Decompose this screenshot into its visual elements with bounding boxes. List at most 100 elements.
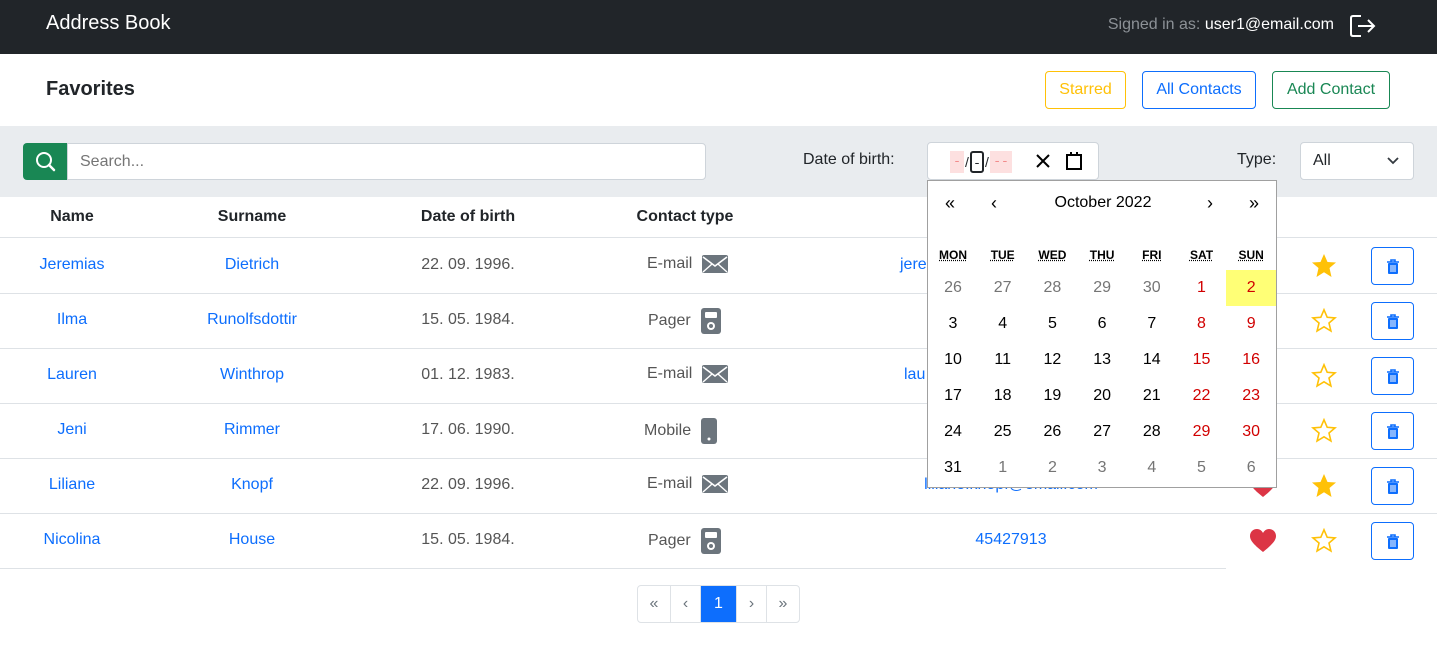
calendar-day[interactable]: 2 bbox=[1027, 450, 1077, 486]
contact-name[interactable]: Jeremias bbox=[0, 256, 144, 274]
calendar-day[interactable]: 5 bbox=[1027, 306, 1077, 342]
calendar-day[interactable]: 16 bbox=[1226, 342, 1276, 378]
type-select[interactable]: All bbox=[1300, 142, 1414, 180]
contact-value[interactable]: jere bbox=[900, 256, 927, 274]
search-input[interactable] bbox=[67, 143, 706, 180]
dob-date-input[interactable]: -- / -- / ---- bbox=[927, 142, 1099, 193]
search-button[interactable] bbox=[23, 143, 68, 180]
contact-surname[interactable]: House bbox=[172, 531, 332, 549]
calendar-prev-month-button[interactable]: ‹ bbox=[979, 193, 1009, 214]
calendar-day[interactable]: 17 bbox=[928, 378, 978, 414]
calendar-day[interactable]: 5 bbox=[1177, 450, 1227, 486]
contact-surname[interactable]: Knopf bbox=[172, 476, 332, 494]
calendar-day[interactable]: 27 bbox=[978, 270, 1028, 306]
delete-button[interactable] bbox=[1371, 247, 1414, 285]
contact-surname[interactable]: Rimmer bbox=[172, 421, 332, 439]
calendar-day[interactable]: 25 bbox=[978, 414, 1028, 450]
delete-button[interactable] bbox=[1371, 302, 1414, 340]
column-header-name[interactable]: Name bbox=[36, 208, 108, 226]
calendar-day[interactable]: 4 bbox=[1127, 450, 1177, 486]
contact-type-label: Pager bbox=[648, 532, 691, 549]
calendar-day[interactable]: 27 bbox=[1077, 414, 1127, 450]
calendar-day[interactable]: 3 bbox=[928, 306, 978, 342]
calendar-day[interactable]: 3 bbox=[1077, 450, 1127, 486]
calendar-day[interactable]: 23 bbox=[1226, 378, 1276, 414]
calendar-day[interactable]: 4 bbox=[978, 306, 1028, 342]
page-number-button[interactable]: 1 bbox=[701, 586, 737, 622]
column-header-surname[interactable]: Surname bbox=[190, 208, 314, 226]
contact-name[interactable]: Nicolina bbox=[0, 531, 144, 549]
column-header-dob[interactable]: Date of birth bbox=[400, 208, 536, 226]
date-day-segment[interactable]: -- bbox=[950, 151, 964, 191]
clear-icon[interactable] bbox=[1034, 151, 1052, 171]
calendar-day[interactable]: 13 bbox=[1077, 342, 1127, 378]
delete-button[interactable] bbox=[1371, 412, 1414, 450]
starred-button[interactable]: Starred bbox=[1045, 71, 1126, 109]
calendar-day[interactable]: 26 bbox=[928, 270, 978, 306]
page-last-button[interactable]: » bbox=[767, 586, 799, 622]
page-first-button[interactable]: « bbox=[638, 586, 671, 622]
delete-button[interactable] bbox=[1371, 522, 1414, 560]
calendar-day[interactable]: 26 bbox=[1027, 414, 1077, 450]
star-outline-icon[interactable] bbox=[1311, 528, 1337, 553]
calendar-day[interactable]: 29 bbox=[1077, 270, 1127, 306]
calendar-day[interactable]: 7 bbox=[1127, 306, 1177, 342]
calendar-day[interactable]: 29 bbox=[1177, 414, 1227, 450]
calendar-day[interactable]: 19 bbox=[1027, 378, 1077, 414]
calendar-day[interactable]: 12 bbox=[1027, 342, 1077, 378]
calendar-day[interactable]: 31 bbox=[928, 450, 978, 486]
heart-filled-icon[interactable] bbox=[1250, 529, 1276, 553]
calendar-day[interactable]: 30 bbox=[1226, 414, 1276, 450]
calendar-day[interactable]: 30 bbox=[1127, 270, 1177, 306]
calendar-day[interactable]: 28 bbox=[1127, 414, 1177, 450]
trash-icon bbox=[1387, 534, 1399, 549]
calendar-day[interactable]: 1 bbox=[978, 450, 1028, 486]
calendar-day[interactable]: 22 bbox=[1177, 378, 1227, 414]
calendar-day[interactable]: 28 bbox=[1027, 270, 1077, 306]
calendar-day[interactable]: 1 bbox=[1177, 270, 1227, 306]
calendar-day[interactable]: 10 bbox=[928, 342, 978, 378]
contact-surname[interactable]: Dietrich bbox=[172, 256, 332, 274]
calendar-month-title[interactable]: October 2022 bbox=[1028, 194, 1178, 212]
date-year-segment[interactable]: ---- bbox=[990, 151, 1012, 191]
calendar-day[interactable]: 14 bbox=[1127, 342, 1177, 378]
contact-name[interactable]: Lauren bbox=[0, 366, 144, 384]
calendar-day[interactable]: 24 bbox=[928, 414, 978, 450]
delete-button[interactable] bbox=[1371, 357, 1414, 395]
star-outline-icon[interactable] bbox=[1311, 308, 1337, 333]
delete-button[interactable] bbox=[1371, 467, 1414, 505]
star-outline-icon[interactable] bbox=[1311, 363, 1337, 388]
calendar-day[interactable]: 2 bbox=[1226, 270, 1277, 306]
contact-surname[interactable]: Winthrop bbox=[172, 366, 332, 384]
contact-name[interactable]: Ilma bbox=[0, 311, 144, 329]
calendar-prev-year-button[interactable]: « bbox=[935, 193, 965, 214]
add-contact-button[interactable]: Add Contact bbox=[1272, 71, 1390, 109]
calendar-day[interactable]: 15 bbox=[1177, 342, 1227, 378]
calendar-next-month-button[interactable]: › bbox=[1195, 193, 1225, 214]
calendar-day[interactable]: 11 bbox=[978, 342, 1028, 378]
page-next-button[interactable]: › bbox=[737, 586, 767, 622]
all-contacts-button[interactable]: All Contacts bbox=[1142, 71, 1256, 109]
calendar-day[interactable]: 9 bbox=[1226, 306, 1276, 342]
contact-surname[interactable]: Runolfsdottir bbox=[172, 311, 332, 329]
star-outline-icon[interactable] bbox=[1311, 418, 1337, 443]
app-brand[interactable]: Address Book bbox=[46, 12, 171, 35]
star-filled-icon[interactable] bbox=[1311, 253, 1337, 278]
contact-value[interactable]: 45427913 bbox=[960, 531, 1062, 549]
page-prev-button[interactable]: ‹ bbox=[671, 586, 701, 622]
column-header-contact-type[interactable]: Contact type bbox=[620, 208, 750, 226]
calendar-day[interactable]: 20 bbox=[1077, 378, 1127, 414]
calendar-day[interactable]: 18 bbox=[978, 378, 1028, 414]
calendar-icon[interactable] bbox=[1065, 151, 1083, 171]
contact-name[interactable]: Liliane bbox=[0, 476, 144, 494]
calendar-day[interactable]: 8 bbox=[1177, 306, 1227, 342]
calendar-next-year-button[interactable]: » bbox=[1239, 193, 1269, 214]
star-filled-icon[interactable] bbox=[1311, 473, 1337, 498]
calendar-day[interactable]: 6 bbox=[1226, 450, 1276, 486]
calendar-day[interactable]: 21 bbox=[1127, 378, 1177, 414]
contact-value[interactable]: lau bbox=[904, 366, 925, 384]
logout-icon[interactable] bbox=[1349, 13, 1377, 39]
calendar-day[interactable]: 6 bbox=[1077, 306, 1127, 342]
date-month-segment[interactable]: -- bbox=[970, 151, 984, 193]
contact-name[interactable]: Jeni bbox=[0, 421, 144, 439]
